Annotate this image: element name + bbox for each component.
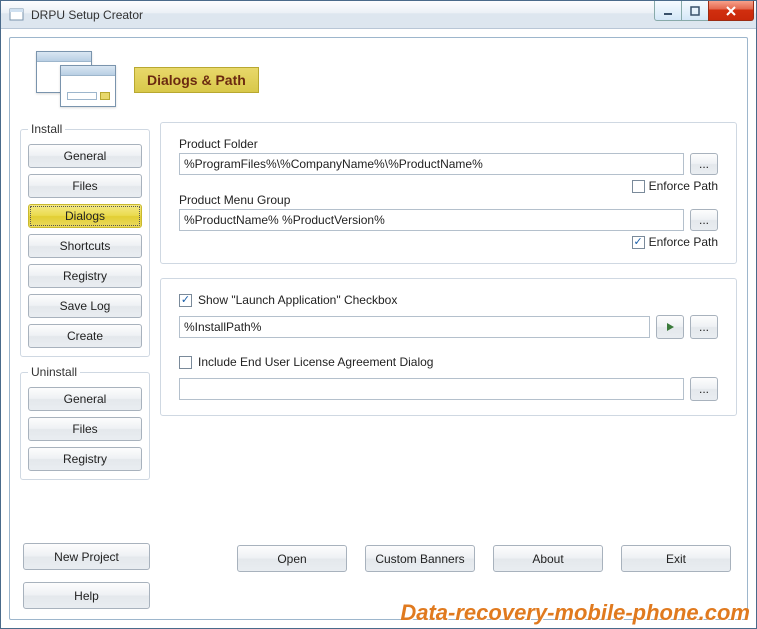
main-panel: Dialogs & Path Install General Files Dia… [9,37,748,620]
launch-path-input[interactable] [179,316,650,338]
paths-section: Product Folder ... Enforce Path Product … [160,122,737,264]
open-button[interactable]: Open [237,545,347,572]
product-menu-enforce-label: Enforce Path [649,235,718,249]
eula-path-input[interactable] [179,378,684,400]
sidebar-install-registry[interactable]: Registry [28,264,142,288]
install-legend: Install [28,122,65,136]
titlebar: DRPU Setup Creator [1,1,756,29]
sidebar-uninstall-registry[interactable]: Registry [28,447,142,471]
sidebar-install-dialogs[interactable]: Dialogs [28,204,142,228]
uninstall-group: Uninstall General Files Registry [20,365,150,480]
launch-checkbox-label: Show "Launch Application" Checkbox [198,293,397,307]
product-menu-enforce-checkbox[interactable] [632,236,645,249]
exit-button[interactable]: Exit [621,545,731,572]
sidebar-install-savelog[interactable]: Save Log [28,294,142,318]
eula-checkbox[interactable] [179,356,192,369]
sidebar-uninstall-files[interactable]: Files [28,417,142,441]
install-group: Install General Files Dialogs Shortcuts … [20,122,150,357]
product-folder-enforce-label: Enforce Path [649,179,718,193]
product-folder-browse-button[interactable]: ... [690,153,718,175]
options-section: Show "Launch Application" Checkbox ... [160,278,737,416]
product-menu-input[interactable] [179,209,684,231]
sidebar-install-general[interactable]: General [28,144,142,168]
close-button[interactable] [708,1,754,21]
about-button[interactable]: About [493,545,603,572]
maximize-button[interactable] [681,1,709,21]
new-project-button[interactable]: New Project [23,543,150,570]
product-folder-enforce-checkbox[interactable] [632,180,645,193]
window-buttons [655,1,754,21]
launch-browse-button[interactable]: ... [690,315,718,339]
app-icon [9,7,25,23]
custom-banners-button[interactable]: Custom Banners [365,545,475,572]
minimize-button[interactable] [654,1,682,21]
window-title: DRPU Setup Creator [31,8,655,22]
header-windows-icon [36,51,114,109]
product-menu-label: Product Menu Group [179,193,718,207]
eula-browse-button[interactable]: ... [690,377,718,401]
eula-checkbox-label: Include End User License Agreement Dialo… [198,355,433,369]
sidebar-install-create[interactable]: Create [28,324,142,348]
product-menu-browse-button[interactable]: ... [690,209,718,231]
sidebar-uninstall-general[interactable]: General [28,387,142,411]
launch-checkbox[interactable] [179,294,192,307]
footer: New Project Help Open Custom Banners Abo… [20,543,737,609]
content: Product Folder ... Enforce Path Product … [160,122,737,535]
launch-test-button[interactable] [656,315,684,339]
page-title: Dialogs & Path [134,67,259,93]
help-button[interactable]: Help [23,582,150,609]
body: Install General Files Dialogs Shortcuts … [20,122,737,535]
uninstall-legend: Uninstall [28,365,80,379]
footer-right: Open Custom Banners About Exit [164,543,737,572]
app-window: DRPU Setup Creator [0,0,757,629]
footer-left: New Project Help [20,543,150,609]
play-icon [665,322,675,332]
client-area: Dialogs & Path Install General Files Dia… [1,29,756,628]
header: Dialogs & Path [20,44,737,116]
sidebar-install-shortcuts[interactable]: Shortcuts [28,234,142,258]
sidebar: Install General Files Dialogs Shortcuts … [20,122,150,535]
product-folder-label: Product Folder [179,137,718,151]
product-folder-input[interactable] [179,153,684,175]
sidebar-install-files[interactable]: Files [28,174,142,198]
